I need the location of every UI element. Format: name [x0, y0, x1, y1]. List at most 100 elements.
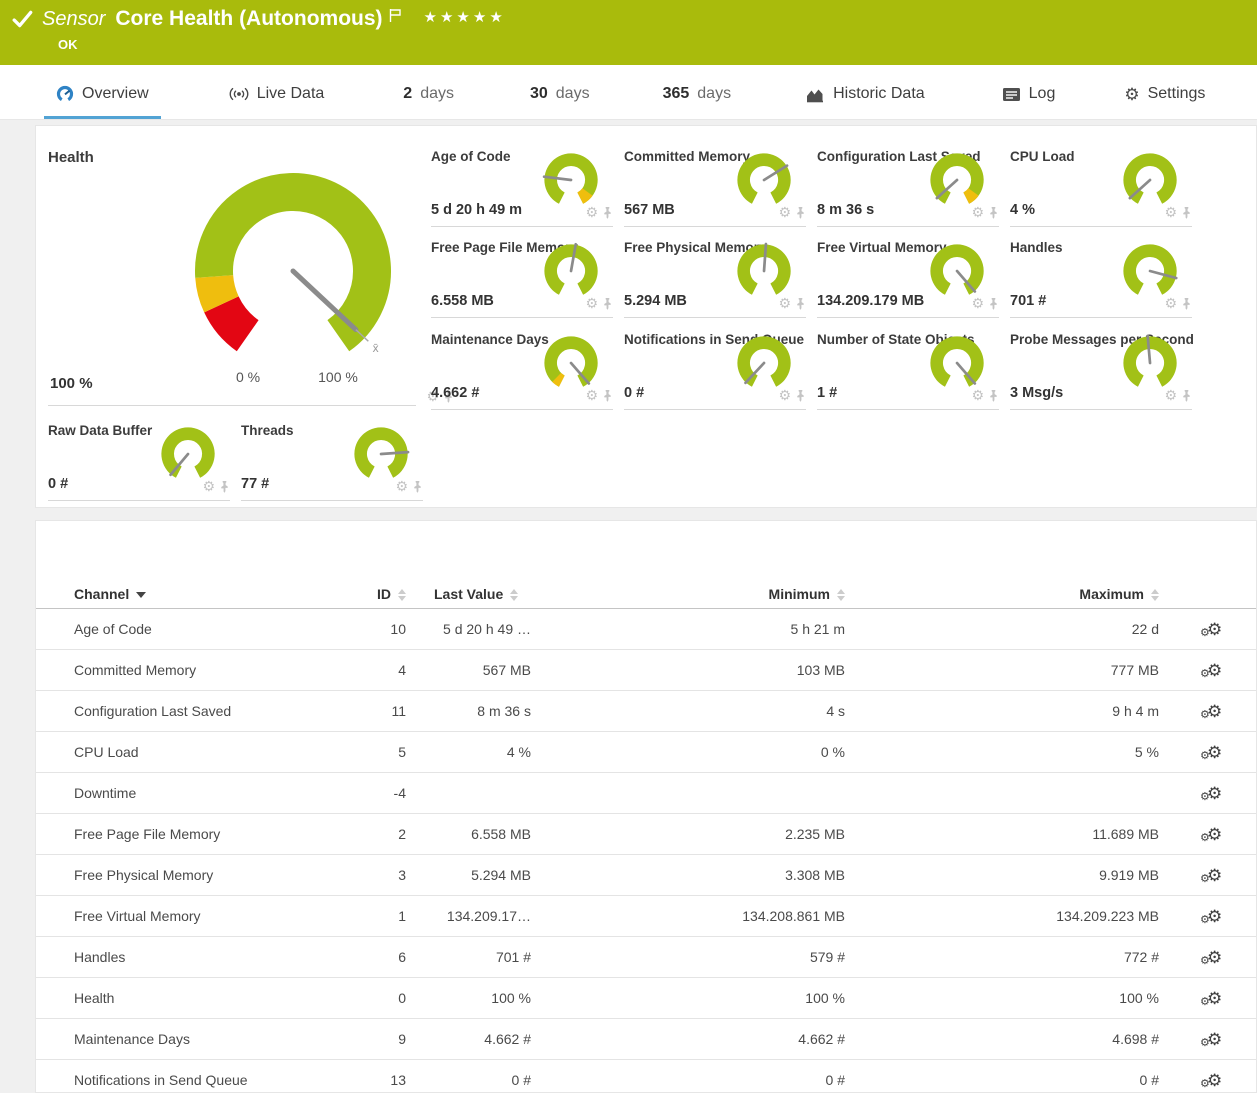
- gauge-tile-free-physical-memory[interactable]: Free Physical Memory 5.294 MB ⚙: [624, 240, 810, 311]
- table-row[interactable]: Free Page File Memory 2 6.558 MB 2.235 M…: [36, 814, 1256, 855]
- pin-icon[interactable]: [602, 206, 613, 219]
- gear-icon[interactable]: ⚙: [1164, 388, 1177, 402]
- pin-icon[interactable]: [1181, 389, 1192, 402]
- table-row[interactable]: Notifications in Send Queue 13 0 # 0 # 0…: [36, 1060, 1256, 1093]
- tab-settings[interactable]: ⚙ Settings: [1112, 85, 1217, 119]
- channel-settings-icon[interactable]: ⚙⚙: [1207, 1031, 1222, 1048]
- tab-log[interactable]: Log: [990, 85, 1068, 119]
- channel-settings-icon[interactable]: ⚙⚙: [1207, 703, 1222, 720]
- gear-icon[interactable]: ⚙: [778, 388, 791, 402]
- tab-30-days[interactable]: 30 days: [518, 85, 602, 119]
- gear-icon[interactable]: ⚙: [585, 388, 598, 402]
- channel-name[interactable]: Free Page File Memory: [36, 826, 368, 842]
- maximum-value: 5 %: [845, 744, 1159, 760]
- pin-icon[interactable]: [795, 206, 806, 219]
- channel-name[interactable]: Maintenance Days: [36, 1031, 368, 1047]
- tab-overview[interactable]: Overview: [44, 85, 161, 119]
- pin-icon[interactable]: [988, 297, 999, 310]
- gauges-panel: Health x̄ 0 % 100 % 100 % ⚙ Age of Code …: [35, 125, 1257, 508]
- gauge-tile-raw-data-buffer[interactable]: Raw Data Buffer 0 # ⚙: [48, 423, 234, 494]
- gear-icon[interactable]: ⚙: [971, 205, 984, 219]
- column-header-minimum[interactable]: Minimum: [531, 586, 845, 602]
- gear-icon[interactable]: ⚙: [778, 205, 791, 219]
- table-row[interactable]: Age of Code 10 5 d 20 h 49 … 5 h 21 m 22…: [36, 609, 1256, 650]
- column-header-id[interactable]: ID: [368, 586, 406, 602]
- gear-icon[interactable]: ⚙: [395, 479, 408, 493]
- channel-settings-icon[interactable]: ⚙⚙: [1207, 744, 1222, 761]
- tab-365-days[interactable]: 365 days: [651, 85, 744, 119]
- channel-name[interactable]: CPU Load: [36, 744, 368, 760]
- live-data-icon: [229, 86, 249, 102]
- pin-icon[interactable]: [795, 389, 806, 402]
- channel-name[interactable]: Notifications in Send Queue: [36, 1072, 368, 1088]
- channel-settings-icon[interactable]: ⚙⚙: [1207, 990, 1222, 1007]
- channel-name[interactable]: Configuration Last Saved: [36, 703, 368, 719]
- table-row[interactable]: Downtime -4 ⚙⚙: [36, 773, 1256, 814]
- table-row[interactable]: Maintenance Days 9 4.662 # 4.662 # 4.698…: [36, 1019, 1256, 1060]
- pin-icon[interactable]: [412, 480, 423, 493]
- channel-name[interactable]: Committed Memory: [36, 662, 368, 678]
- maximum-value: 0 #: [845, 1072, 1159, 1088]
- health-gauge: x̄: [128, 153, 458, 403]
- gear-icon[interactable]: ⚙: [1164, 205, 1177, 219]
- gear-icon[interactable]: ⚙: [1164, 296, 1177, 310]
- column-header-maximum[interactable]: Maximum: [845, 586, 1159, 602]
- gauge-tile-number-of-state-objects[interactable]: Number of State Objects 1 # ⚙: [817, 332, 1003, 403]
- channel-settings-icon[interactable]: ⚙⚙: [1207, 1072, 1222, 1089]
- channel-name[interactable]: Free Virtual Memory: [36, 908, 368, 924]
- pin-icon[interactable]: [602, 297, 613, 310]
- channel-settings-icon[interactable]: ⚙⚙: [1207, 908, 1222, 925]
- table-row[interactable]: Handles 6 701 # 579 # 772 # ⚙⚙: [36, 937, 1256, 978]
- flag-icon[interactable]: [389, 8, 402, 23]
- table-row[interactable]: Configuration Last Saved 11 8 m 36 s 4 s…: [36, 691, 1256, 732]
- pin-icon[interactable]: [988, 389, 999, 402]
- gauge-tile-handles[interactable]: Handles 701 # ⚙: [1010, 240, 1196, 311]
- table-row[interactable]: Free Physical Memory 3 5.294 MB 3.308 MB…: [36, 855, 1256, 896]
- gauge-tile-configuration-last-saved[interactable]: Configuration Last Saved 8 m 36 s ⚙: [817, 149, 1003, 220]
- gauge-tile-free-virtual-memory[interactable]: Free Virtual Memory 134.209.179 MB ⚙: [817, 240, 1003, 311]
- channel-settings-icon[interactable]: ⚙⚙: [1207, 949, 1222, 966]
- gauge-tile-notifications-in-send-queue[interactable]: Notifications in Send Queue 0 # ⚙: [624, 332, 810, 403]
- gear-icon[interactable]: ⚙: [971, 388, 984, 402]
- tab-live-data[interactable]: Live Data: [217, 85, 337, 119]
- tab-2-days[interactable]: 2 days: [391, 85, 466, 119]
- gauge-tile-free-page-file-memory[interactable]: Free Page File Memory 6.558 MB ⚙: [431, 240, 617, 311]
- gauge-tile-maintenance-days[interactable]: Maintenance Days 4.662 # ⚙: [431, 332, 617, 403]
- pin-icon[interactable]: [1181, 206, 1192, 219]
- table-row[interactable]: Free Virtual Memory 1 134.209.17… 134.20…: [36, 896, 1256, 937]
- pin-icon[interactable]: [988, 206, 999, 219]
- pin-icon[interactable]: [795, 297, 806, 310]
- column-header-channel[interactable]: Channel: [36, 586, 368, 602]
- channel-settings-icon[interactable]: ⚙⚙: [1207, 867, 1222, 884]
- health-gauge-tile[interactable]: Health x̄ 0 % 100 % 100 % ⚙: [48, 149, 420, 411]
- table-row[interactable]: Health 0 100 % 100 % 100 % ⚙⚙: [36, 978, 1256, 1019]
- gear-icon[interactable]: ⚙: [585, 296, 598, 310]
- column-header-last-value[interactable]: Last Value: [406, 586, 531, 602]
- channel-name[interactable]: Age of Code: [36, 621, 368, 637]
- channel-settings-icon[interactable]: ⚙⚙: [1207, 826, 1222, 843]
- channel-name[interactable]: Downtime: [36, 785, 368, 801]
- channel-name[interactable]: Free Physical Memory: [36, 867, 368, 883]
- gauge-tile-committed-memory[interactable]: Committed Memory 567 MB ⚙: [624, 149, 810, 220]
- gauge-tile-age-of-code[interactable]: Age of Code 5 d 20 h 49 m ⚙: [431, 149, 617, 220]
- gauge-tile-threads[interactable]: Threads 77 # ⚙: [241, 423, 427, 494]
- gauge-tile-cpu-load[interactable]: CPU Load 4 % ⚙: [1010, 149, 1196, 220]
- channel-settings-icon[interactable]: ⚙⚙: [1207, 621, 1222, 638]
- tab-historic-data[interactable]: Historic Data: [793, 85, 937, 119]
- channel-name[interactable]: Health: [36, 990, 368, 1006]
- table-row[interactable]: Committed Memory 4 567 MB 103 MB 777 MB …: [36, 650, 1256, 691]
- table-row[interactable]: CPU Load 5 4 % 0 % 5 % ⚙⚙: [36, 732, 1256, 773]
- gauge-tile-probe-messages-per-second[interactable]: Probe Messages per Second 3 Msg/s ⚙: [1010, 332, 1196, 403]
- channel-settings-icon[interactable]: ⚙⚙: [1207, 662, 1222, 679]
- pin-icon[interactable]: [1181, 297, 1192, 310]
- gear-icon[interactable]: ⚙: [585, 205, 598, 219]
- gear-icon[interactable]: ⚙: [971, 296, 984, 310]
- pin-icon[interactable]: [602, 389, 613, 402]
- gear-icon[interactable]: ⚙: [778, 296, 791, 310]
- tab-label: days: [697, 85, 731, 103]
- channel-name[interactable]: Handles: [36, 949, 368, 965]
- gear-icon[interactable]: ⚙: [202, 479, 215, 493]
- priority-stars[interactable]: ★★★★★: [424, 8, 506, 26]
- pin-icon[interactable]: [219, 480, 230, 493]
- channel-settings-icon[interactable]: ⚙⚙: [1207, 785, 1222, 802]
